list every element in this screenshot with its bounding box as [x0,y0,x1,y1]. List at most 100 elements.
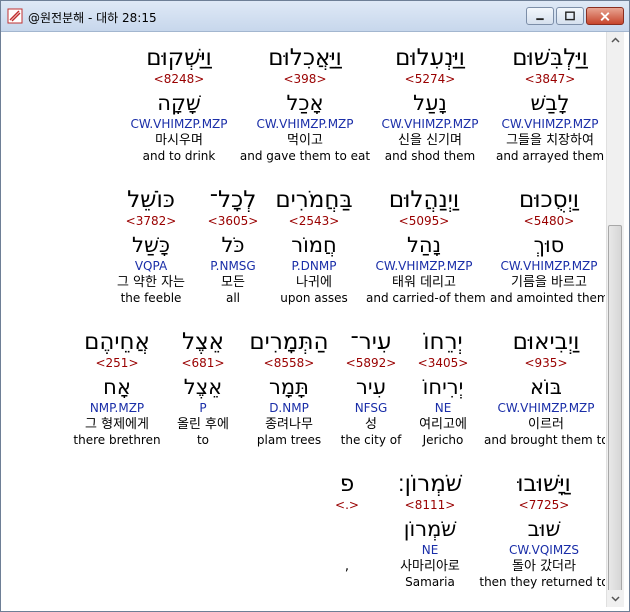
word-cell[interactable]: לְכָל־ <3605> כֹּל P.NMSG 모든 all [201,186,265,306]
english-gloss: then they returned to [479,575,605,589]
korean-gloss: 나귀에 [296,275,332,290]
word-cell[interactable]: וַיְסֻכוּם <5480> סוּךְ CW.VHIMZP.MZP 기름… [490,186,605,306]
morph-code: P [199,401,207,415]
title-bar[interactable]: @원전분해 - 대하 28:15 [1,1,629,32]
app-icon [7,8,23,24]
english-gloss: the feeble [120,291,182,305]
maximize-button[interactable] [556,7,584,25]
korean-gloss: 신을 신기며 [398,133,462,148]
word-cell[interactable]: הַתְּמָרִים <8558> תָּמָר D.NMP 종려나무 pla… [246,328,332,448]
word-cell[interactable]: וַיָּשׁוּבוּ <7725> שׁוּב CW.VQIMZS 돌아 갔… [479,470,605,590]
minimize-icon [536,18,544,21]
word-cell[interactable]: שֹׁמְרוֹן׃ <8111> שֹׁמְרוֹן NE 사마리아로 Sam… [387,470,473,590]
word-cell[interactable]: וַיְבִיאוּם <935> בּוֹא CW.VHIMZP.MZP 이르… [484,328,605,448]
morph-code: CW.VQIMZS [508,543,580,557]
strong-number[interactable]: <5892> [338,356,404,371]
korean-gloss: 모든 [221,275,245,290]
word-cell[interactable]: בַּחֲמֹרִים <2543> חֲמוֹר P.DNMP 나귀에 upo… [271,186,357,306]
word-cell[interactable]: יְרֵחוֹ <3405> יְרִיחוֹ NE 여리고에 Jericho [408,328,478,448]
hebrew-word: יְרֵחוֹ [423,329,463,355]
korean-gloss: 사마리아로 [400,559,460,574]
morph-code: D.NMP [269,401,309,415]
word-cell[interactable]: פ <.> , [323,470,371,590]
strong-number[interactable]: <2543> [271,214,357,229]
morph-code: NFSG [354,401,388,415]
window-title: @원전분해 - 대하 28:15 [28,11,157,25]
scroll-down-button[interactable] [607,590,624,607]
word-cell[interactable]: וַיַּאֲכִלוּם <398> אָכַל CW.VHIMZP.MZP … [239,44,371,164]
korean-gloss: 먹이고 [287,133,323,148]
word-cell[interactable]: כּוֹשֵׁל <3782> כָּשַׁל VQPA 그 약한 자는 the… [104,186,198,306]
word-cell[interactable]: אֲחֵיהֶם <251> אָח NMP.MZP 그 형제에게 there … [73,328,161,448]
lemma-word: שׁוּב [527,517,561,541]
word-cell[interactable]: וַיַּשְׁקוּם <8248> שָׁקָה CW.VHIMZP.MZP… [123,44,235,164]
word-cell[interactable]: וַיַּנְעִלוּם <5274> נָעַל CW.VHIMZP.MZP… [374,44,486,164]
english-gloss: and shod them [384,149,476,163]
strong-number[interactable]: <7725> [479,498,605,513]
hebrew-word: פ [339,471,355,497]
lemma-word: נָעַל [413,91,447,115]
korean-gloss: 기름을 바르고 [511,275,587,290]
morph-code: NE [434,401,452,415]
strong-number[interactable]: <.> [323,498,371,513]
scroll-up-button[interactable] [607,32,624,49]
korean-gloss: 종려나무 [265,417,313,432]
strong-number[interactable]: <398> [239,72,371,87]
strong-number[interactable]: <8558> [246,356,332,371]
strong-number[interactable]: <681> [166,356,240,371]
hebrew-word: וַיְנַהֲלוּם [388,187,460,213]
lemma-word: אֵצֶל [183,375,223,399]
hebrew-word: שֹׁמְרוֹן׃ [397,471,463,497]
english-gloss: upon asses [280,291,348,305]
hebrew-word: עִיר־ [350,329,392,355]
word-cell[interactable]: אֵצֶל <681> אֵצֶל P 올린 후에 to [166,328,240,448]
lemma-word: לָבַשׁ [530,91,570,115]
strong-number[interactable]: <3782> [104,214,198,229]
morph-code: NMP.MZP [89,401,145,415]
morph-code: CW.VHIMZP.MZP [500,259,598,273]
word-cell[interactable]: עִיר־ <5892> עִיר NFSG 성 the city of [338,328,404,448]
strong-number[interactable]: <3405> [408,356,478,371]
lemma-word: תָּמָר [269,375,309,399]
korean-gloss: 성 [365,417,377,432]
english-gloss: and amointed them [490,291,605,305]
hebrew-word: וַיַּאֲכִלוּם [268,45,342,71]
morph-code: P.NMSG [210,259,256,273]
english-gloss: Samaria [405,575,455,589]
english-gloss: the city of [340,433,402,447]
strong-number[interactable]: <3605> [201,214,265,229]
lemma-word: כָּשַׁל [132,233,170,257]
maximize-icon [565,11,575,21]
strong-number[interactable]: <935> [484,356,605,371]
korean-gloss: 올린 후에 [177,417,229,432]
word-cell[interactable]: וַיַּלְבִּשׁוּם <3847> לָבַשׁ CW.VHIMZP.… [494,44,605,164]
hebrew-word: וַיַּנְעִלוּם [395,45,465,71]
korean-gloss: 여리고에 [419,417,467,432]
strong-number[interactable]: <5480> [490,214,605,229]
strong-number[interactable]: <5095> [366,214,482,229]
scrollbar-thumb[interactable] [608,225,622,595]
vertical-scrollbar[interactable] [606,32,624,607]
close-button[interactable] [586,7,624,25]
lemma-word: סוּךְ [533,233,565,257]
strong-number[interactable]: <8248> [123,72,235,87]
strong-number[interactable]: <251> [73,356,161,371]
lemma-word: כֹּל [221,233,245,257]
korean-gloss: 태워 데리고 [392,275,456,290]
strong-number[interactable]: <3847> [494,72,605,87]
korean-gloss: 돌아 갔더라 [512,559,576,574]
morph-code: CW.VHIMZP.MZP [375,259,473,273]
hebrew-word: וַיַּשְׁקוּם [146,45,212,71]
lemma-word: חֲמוֹר [291,233,337,257]
word-cell[interactable]: וַיְנַהֲלוּם <5095> נָהַל CW.VHIMZP.MZP … [366,186,486,306]
lemma-word: שָׁקָה [157,91,201,115]
strong-number[interactable]: <8111> [387,498,473,513]
hebrew-word: הַתְּמָרִים [249,329,329,355]
english-gloss: all [225,291,241,305]
english-gloss: Jericho [422,433,464,447]
hebrew-word: וַיְבִיאוּם [512,329,580,355]
korean-gloss: 그 약한 자는 [116,275,186,290]
lemma-word: בּוֹא [530,375,562,399]
minimize-button[interactable] [526,7,554,25]
strong-number[interactable]: <5274> [374,72,486,87]
